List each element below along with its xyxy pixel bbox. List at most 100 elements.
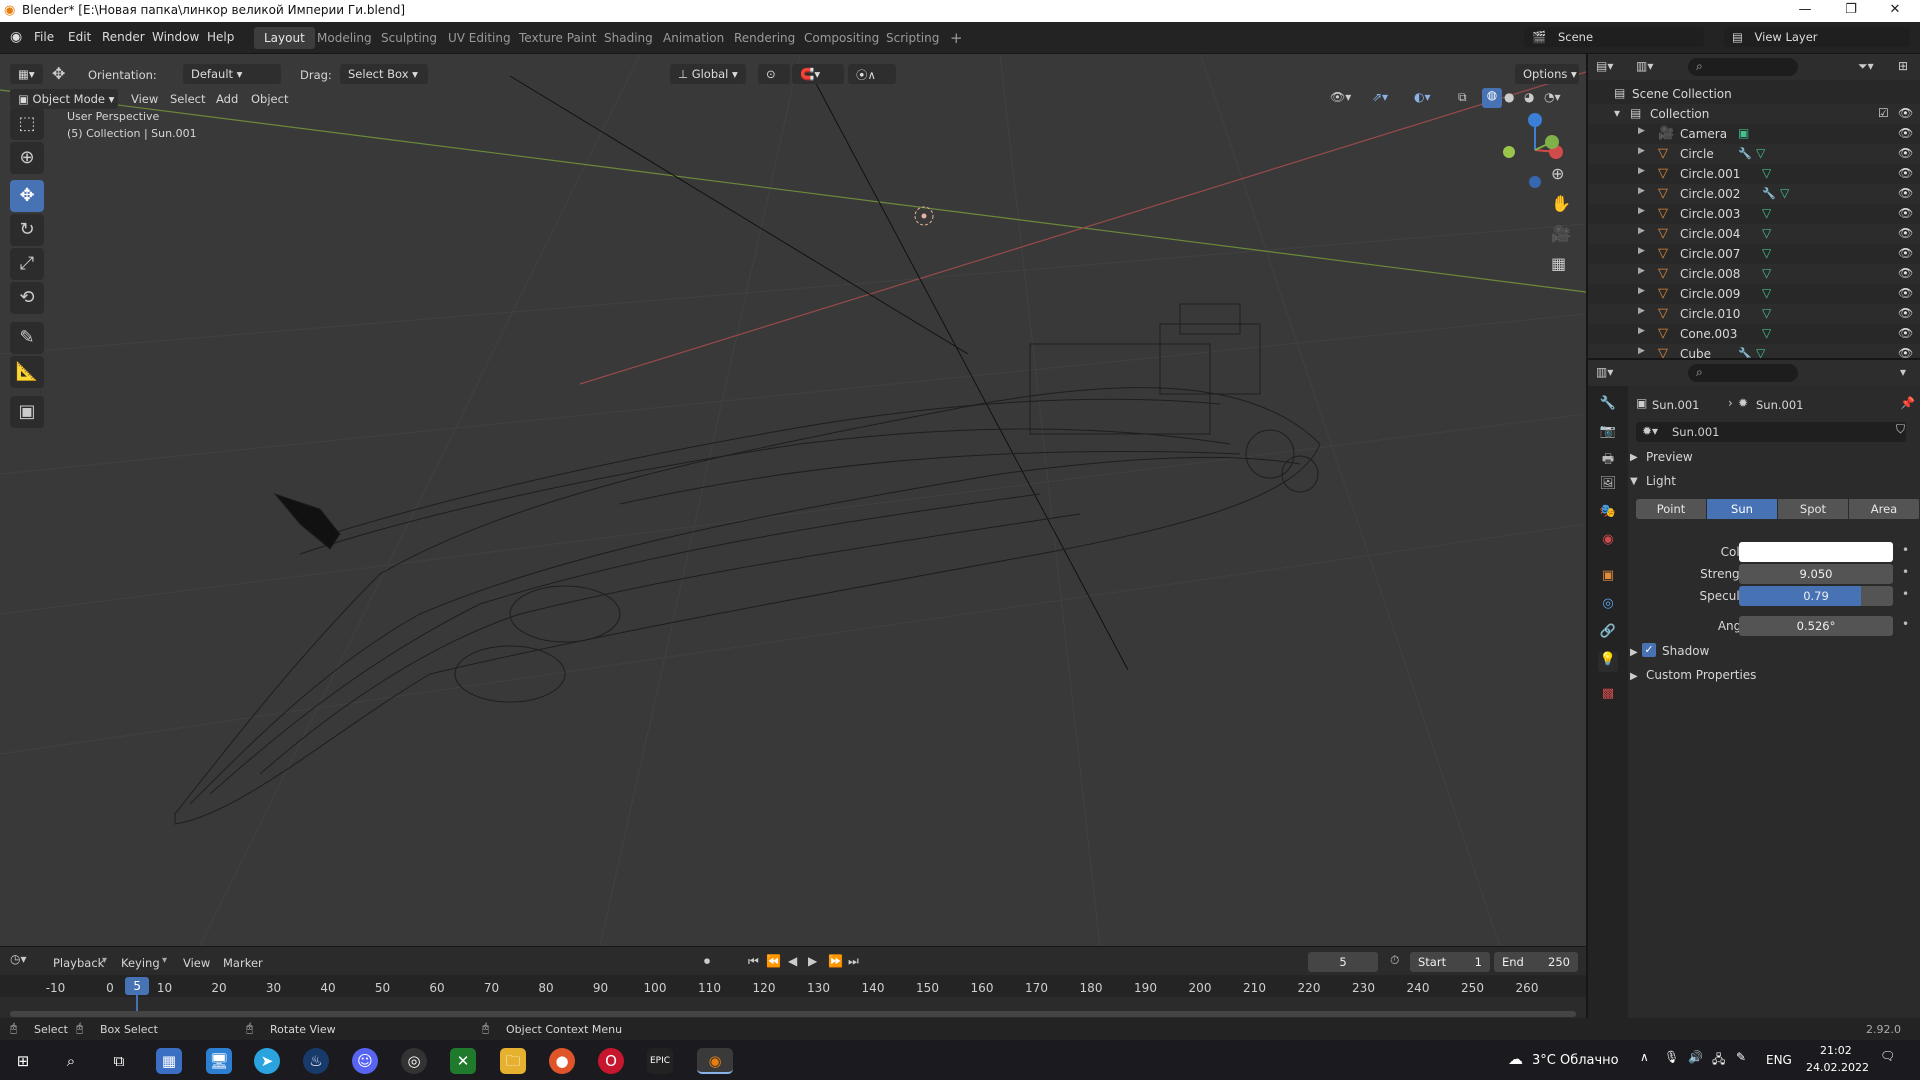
workspace-tab-texture-paint[interactable]: Texture Paint (509, 27, 606, 49)
outliner-item[interactable]: ▶ ▽ Circle.010 ▽ 👁 (1588, 304, 1920, 324)
timeline-menu-playback[interactable]: Playback (53, 956, 104, 970)
origin-app-icon[interactable]: ● (549, 1048, 575, 1074)
xray-icon[interactable]: ⧉ (1458, 90, 1467, 105)
texture-tab-icon[interactable]: ▩ (1598, 686, 1618, 706)
physics-tab-icon[interactable]: ◎ (1598, 596, 1618, 616)
visibility-eye-icon[interactable]: 👁 (1898, 186, 1913, 200)
menu-file[interactable]: File (34, 30, 54, 44)
fake-user-shield-icon[interactable]: ⛉ (1896, 422, 1905, 437)
mesh-data-icon[interactable]: ▽ (1762, 226, 1771, 240)
timeline-editor-type-icon[interactable]: ◷▾ (10, 952, 38, 972)
filter-icon[interactable]: ⏷▾ (1858, 59, 1874, 74)
view-layer-selector[interactable]: ▤ View Layer (1724, 27, 1910, 47)
calculator-app-icon[interactable]: ▦ (156, 1048, 182, 1074)
transform-orientation-dropdown[interactable]: ⊥ Global ▾ (670, 64, 746, 84)
camera-data-icon[interactable]: ▣ (1738, 126, 1749, 140)
scale-tool-icon[interactable]: ⤢ (10, 248, 44, 280)
windows-start-icon[interactable]: ⊞ (10, 1048, 36, 1074)
workspace-tab-animation[interactable]: Animation (653, 27, 734, 49)
outliner-item[interactable]: ▶ ▽ Cone.003 ▽ 👁 (1588, 324, 1920, 344)
light-panel-header[interactable]: Light (1646, 474, 1676, 488)
mesh-data-icon[interactable]: ▽ (1762, 246, 1771, 260)
shadow-panel-header[interactable]: Shadow (1662, 644, 1709, 658)
rendered-shading-icon[interactable]: ◔▾ (1544, 90, 1561, 104)
epic-games-icon[interactable]: EPIC (647, 1048, 673, 1074)
viewport-menu-object[interactable]: Object (251, 92, 288, 106)
minimize-icon[interactable]: — (1782, 2, 1828, 17)
options-dropdown[interactable]: Options ▾ (1515, 64, 1579, 84)
outliner-item[interactable]: ▶ ▽ Circle 🔧 ▽ 👁 (1588, 144, 1920, 164)
tray-chevron-icon[interactable]: ∧ (1640, 1050, 1649, 1064)
select-box-tool-icon[interactable]: ⬚ (10, 108, 44, 140)
expand-chevron-icon[interactable]: ▶ (1638, 246, 1645, 256)
mesh-data-icon[interactable]: ▽ (1762, 166, 1771, 180)
file-explorer-icon[interactable]: 🗀 (500, 1048, 526, 1074)
viewport-canvas[interactable] (0, 54, 1586, 946)
telegram-app-icon[interactable]: ➤ (254, 1048, 280, 1074)
modifier-wrench-icon[interactable]: 🔧 (1738, 147, 1752, 160)
light-datablock-selector[interactable]: ✹▾ Sun.001 (1636, 422, 1906, 442)
wireframe-shading-icon[interactable]: ◍ (1482, 88, 1502, 108)
monitor-app-icon[interactable]: 🖥 (206, 1048, 232, 1074)
visibility-eye-icon[interactable]: 👁 (1898, 306, 1913, 320)
light-type-sun-button[interactable]: Sun (1707, 499, 1778, 519)
display-mode-icon[interactable]: ▥▾ (1636, 59, 1653, 73)
search-icon[interactable]: ⌕ (58, 1048, 84, 1074)
visibility-eye-icon[interactable]: 👁 (1898, 326, 1913, 340)
clock-date[interactable]: 24.02.2022 (1806, 1061, 1869, 1074)
3d-viewport[interactable]: ▦▾ ✥ Orientation: Default ▾ Drag: Select… (0, 54, 1586, 946)
material-shading-icon[interactable]: ◕ (1524, 90, 1534, 104)
timeline-playhead[interactable]: 5 (125, 977, 150, 995)
preview-collapse-chevron-icon[interactable]: ▶ (1630, 452, 1638, 463)
visibility-eye-icon[interactable]: 👁 (1898, 166, 1913, 180)
menu-help[interactable]: Help (207, 30, 234, 44)
exclude-checkbox-icon[interactable]: ☑ (1878, 106, 1889, 120)
light-type-area-button[interactable]: Area (1849, 499, 1920, 519)
next-keyframe-icon[interactable]: ⏩ (828, 954, 843, 968)
expand-chevron-icon[interactable]: ▶ (1638, 266, 1645, 276)
new-collection-icon[interactable]: ⊞ (1898, 59, 1908, 73)
workspace-tab-scripting[interactable]: Scripting (876, 27, 949, 49)
visibility-icon[interactable]: 👁▾ (1330, 90, 1351, 104)
orthographic-grid-icon[interactable]: ▦ (1551, 254, 1566, 273)
current-frame-field[interactable]: 5 (1308, 952, 1378, 972)
shadow-collapse-chevron-icon[interactable]: ▶ (1630, 647, 1638, 658)
camera-view-icon[interactable]: 🎥 (1551, 224, 1571, 243)
color-swatch[interactable] (1739, 542, 1893, 562)
blender-menu-icon[interactable]: ◉ (10, 29, 22, 45)
visibility-eye-icon[interactable]: 👁 (1898, 106, 1913, 120)
discord-app-icon[interactable]: ☺ (352, 1048, 378, 1074)
move-tool-button-icon[interactable]: ✥ (10, 180, 44, 212)
cursor-tool-icon[interactable]: ⊕ (10, 142, 44, 174)
outliner-collection[interactable]: ▾ ▤ Collection ☑ 👁 (1588, 104, 1920, 124)
collapse-chevron-icon[interactable]: ▾ (1614, 106, 1620, 120)
scene-selector[interactable]: 🎬 Scene (1524, 27, 1704, 47)
preview-range-clock-icon[interactable]: ⏱ (1390, 953, 1399, 968)
expand-chevron-icon[interactable]: ▶ (1638, 146, 1645, 156)
view-layer-tab-icon[interactable]: 🖼 (1598, 476, 1618, 496)
expand-chevron-icon[interactable]: ▶ (1638, 306, 1645, 316)
tool-tab-icon[interactable]: 🔧 (1598, 396, 1618, 416)
timeline-menu-view[interactable]: View (183, 956, 210, 970)
close-icon[interactable]: ✕ (1872, 2, 1918, 17)
gizmo-icon[interactable]: ⇗▾ (1372, 90, 1388, 104)
add-workspace-icon[interactable]: + (940, 25, 973, 47)
properties-search-input[interactable]: ⌕ (1688, 364, 1798, 382)
outliner-item[interactable]: ▶ ▽ Circle.003 ▽ 👁 (1588, 204, 1920, 224)
light-collapse-chevron-icon[interactable]: ▼ (1630, 476, 1638, 487)
outliner-item[interactable]: ▶ ▽ Circle.004 ▽ 👁 (1588, 224, 1920, 244)
visibility-eye-icon[interactable]: 👁 (1898, 146, 1913, 160)
jump-start-icon[interactable]: ⏮ (748, 954, 759, 969)
menu-edit[interactable]: Edit (68, 30, 91, 44)
zoom-icon[interactable]: ⊕ (1551, 164, 1564, 183)
object-tab-icon[interactable]: ▣ (1598, 568, 1618, 588)
properties-options-chevron-icon[interactable]: ▾ (1900, 365, 1906, 379)
expand-chevron-icon[interactable]: ▶ (1638, 346, 1645, 356)
outliner-scene-collection[interactable]: ▤ Scene Collection (1588, 84, 1920, 104)
editor-type-icon[interactable]: ▦▾ (10, 64, 43, 84)
timeline-ruler[interactable] (0, 975, 1586, 997)
outliner-item[interactable]: ▶ ▽ Circle.008 ▽ 👁 (1588, 264, 1920, 284)
mesh-data-icon[interactable]: ▽ (1756, 146, 1765, 160)
light-type-icon[interactable]: ✹▾ (1642, 424, 1658, 438)
expand-chevron-icon[interactable]: ▶ (1638, 166, 1645, 176)
